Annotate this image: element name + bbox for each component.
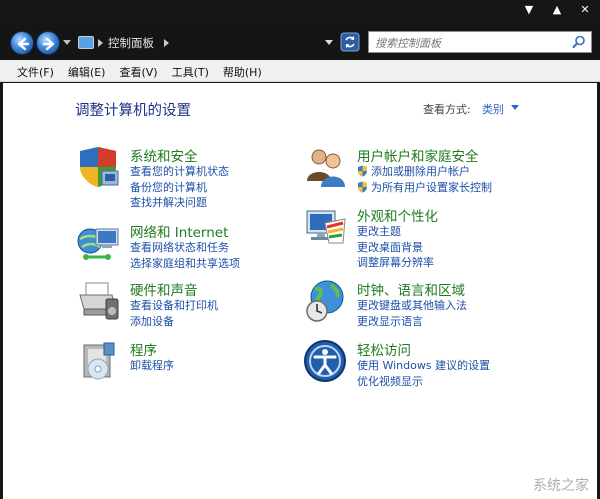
accessibility-icon[interactable] <box>303 339 347 383</box>
link-change-theme[interactable]: 更改主题 <box>357 224 434 240</box>
monitor-icon[interactable] <box>303 205 347 249</box>
refresh-button[interactable] <box>340 32 360 52</box>
users-icon[interactable] <box>303 145 347 189</box>
category-title[interactable]: 系统和安全 <box>130 145 198 165</box>
menu-bar: 文件(F) 编辑(E) 查看(V) 工具(T) 帮助(H) <box>0 60 600 82</box>
category-title[interactable]: 程序 <box>130 339 157 359</box>
link-desktop-background[interactable]: 更改桌面背景 <box>357 240 434 256</box>
address-dropdown[interactable] <box>325 40 333 45</box>
category-title[interactable]: 硬件和声音 <box>130 279 198 299</box>
link-network-status[interactable]: 查看网络状态和任务 <box>130 240 240 256</box>
uac-shield-icon <box>358 165 367 177</box>
uac-shield-icon <box>358 181 367 192</box>
menu-help[interactable]: 帮助(H) <box>216 60 269 81</box>
minimize-button[interactable]: ▼ <box>520 2 538 18</box>
menu-file[interactable]: 文件(F) <box>10 60 61 81</box>
search-input[interactable] <box>369 33 564 54</box>
link-troubleshoot[interactable]: 查找并解决问题 <box>130 195 229 211</box>
printer-icon[interactable] <box>76 279 120 323</box>
category-title[interactable]: 网络和 Internet <box>130 221 228 241</box>
category-title[interactable]: 时钟、语言和区域 <box>357 279 465 299</box>
link-label: 为所有用户设置家长控制 <box>371 180 492 194</box>
globe-clock-icon[interactable] <box>303 279 347 323</box>
breadcrumb-chevron-icon[interactable] <box>98 39 103 47</box>
shield-icon[interactable] <box>76 145 120 189</box>
main-content: 调整计算机的设置 查看方式: 类别 系统和安全 查看您的计算机状态 备份您的计算… <box>0 83 600 499</box>
link-backup-computer[interactable]: 备份您的计算机 <box>130 180 229 196</box>
title-bar: ▼ ▲ ✕ <box>0 0 600 22</box>
search-icon[interactable] <box>572 35 586 49</box>
link-parental-controls[interactable]: 为所有用户设置家长控制 <box>357 180 492 196</box>
forward-button[interactable] <box>36 31 60 55</box>
back-button[interactable] <box>10 31 34 55</box>
link-keyboard-input[interactable]: 更改键盘或其他输入法 <box>357 298 467 314</box>
link-screen-resolution[interactable]: 调整屏幕分辨率 <box>357 255 434 271</box>
category-title[interactable]: 用户帐户和家庭安全 <box>357 145 479 165</box>
view-by-dropdown[interactable]: 类别 <box>482 101 504 117</box>
link-uninstall-program[interactable]: 卸载程序 <box>130 358 174 374</box>
menu-tools[interactable]: 工具(T) <box>165 60 216 81</box>
control-panel-icon <box>78 36 94 49</box>
link-homegroup-sharing[interactable]: 选择家庭组和共享选项 <box>130 256 240 272</box>
link-view-computer-status[interactable]: 查看您的计算机状态 <box>130 164 229 180</box>
maximize-button[interactable]: ▲ <box>548 2 566 18</box>
navigation-bar: 控制面板 <box>0 22 600 60</box>
back-arrow-icon <box>17 37 30 51</box>
watermark: 系统之家 <box>533 478 589 494</box>
category-title[interactable]: 外观和个性化 <box>357 205 438 225</box>
menu-view[interactable]: 查看(V) <box>112 60 164 81</box>
link-devices-printers[interactable]: 查看设备和打印机 <box>130 298 218 314</box>
close-button[interactable]: ✕ <box>576 2 594 18</box>
recent-pages-dropdown[interactable] <box>63 40 71 45</box>
programs-icon[interactable] <box>76 339 120 383</box>
view-by-label: 查看方式: <box>423 103 471 116</box>
menu-edit[interactable]: 编辑(E) <box>61 60 113 81</box>
window-controls: ▼ ▲ ✕ <box>520 2 594 18</box>
link-label: 添加或删除用户帐户 <box>371 165 470 178</box>
link-add-remove-accounts[interactable]: 添加或删除用户帐户 <box>357 164 492 180</box>
link-display-language[interactable]: 更改显示语言 <box>357 314 467 330</box>
network-icon[interactable] <box>76 221 120 265</box>
breadcrumb-control-panel[interactable]: 控制面板 <box>108 35 154 51</box>
view-by-chevron-icon[interactable] <box>511 105 519 110</box>
search-box <box>368 31 592 54</box>
forward-arrow-icon <box>42 37 55 51</box>
category-title[interactable]: 轻松访问 <box>357 339 411 359</box>
page-title: 调整计算机的设置 <box>75 103 191 119</box>
link-add-device[interactable]: 添加设备 <box>130 314 218 330</box>
link-optimize-video[interactable]: 优化视频显示 <box>357 374 490 390</box>
link-windows-recommended-settings[interactable]: 使用 Windows 建议的设置 <box>357 358 490 374</box>
refresh-icon <box>340 32 360 52</box>
breadcrumb-chevron-icon[interactable] <box>164 39 169 47</box>
